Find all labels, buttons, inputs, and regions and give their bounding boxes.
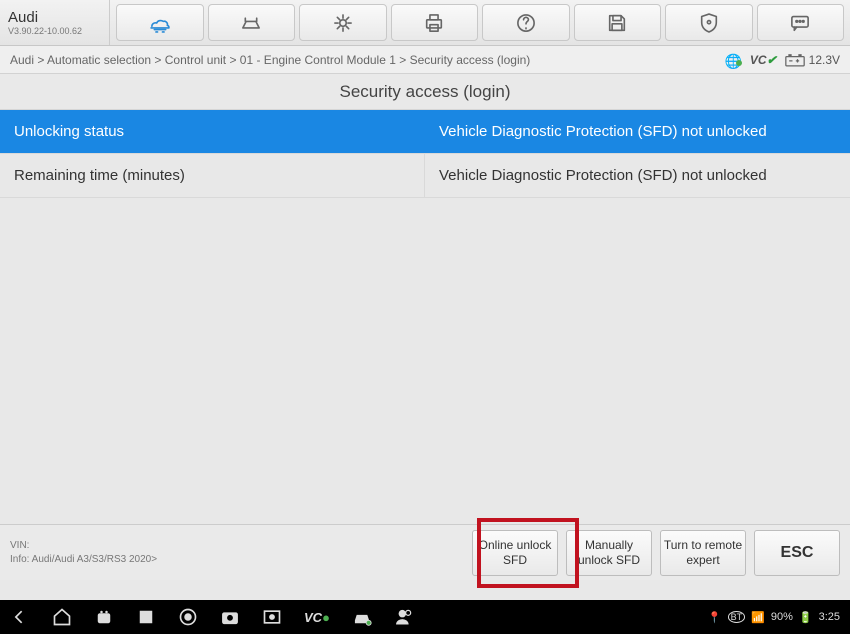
brand-block: Audi V3.90.22-10.00.62: [0, 0, 110, 45]
chat-icon: [787, 10, 813, 36]
row-label: Unlocking status: [0, 110, 425, 153]
camera-icon[interactable]: [220, 607, 240, 627]
row-value: Vehicle Diagnostic Protection (SFD) not …: [425, 110, 850, 153]
breadcrumb-row: Audi > Automatic selection > Control uni…: [0, 46, 850, 74]
brightness-icon[interactable]: [262, 607, 282, 627]
battery-icon: 🔋: [799, 611, 813, 624]
nav-right: 📍 BT 📶 90% 🔋 3:25: [708, 611, 840, 624]
globe-online-icon: 🌐: [724, 50, 741, 70]
vci-status: VC✔: [750, 53, 777, 67]
nav-left: VC●: [10, 607, 708, 627]
toolbar-shield-button[interactable]: [665, 4, 753, 41]
table-row[interactable]: Remaining time (minutes) Vehicle Diagnos…: [0, 154, 850, 198]
vin-label: VIN:: [10, 539, 472, 553]
footer-info: VIN: Info: Audi/Audi A3/S3/RS3 2020>: [10, 539, 472, 567]
android-navbar: VC● 📍 BT 📶 90% 🔋 3:25: [0, 600, 850, 634]
lift-icon: [238, 10, 264, 36]
back-icon[interactable]: [10, 607, 30, 627]
toolbar-help-button[interactable]: [482, 4, 570, 41]
toolbar-settings-button[interactable]: [299, 4, 387, 41]
toolbar-save-button[interactable]: [574, 4, 662, 41]
toolbar-print-button[interactable]: [391, 4, 479, 41]
help-icon: [513, 10, 539, 36]
toolbar-feedback-button[interactable]: [757, 4, 845, 41]
table-row[interactable]: Unlocking status Vehicle Diagnostic Prot…: [0, 110, 850, 154]
clock: 3:25: [819, 611, 840, 623]
data-table: Unlocking status Vehicle Diagnostic Prot…: [0, 110, 850, 198]
row-value: Vehicle Diagnostic Protection (SFD) not …: [425, 154, 850, 197]
manually-unlock-sfd-button[interactable]: Manually unlock SFD: [566, 530, 652, 576]
recent-icon[interactable]: [136, 607, 156, 627]
toolbar-car-cloud-button[interactable]: [116, 4, 204, 41]
voltage-value: 12.3V: [809, 53, 840, 67]
esc-button[interactable]: ESC: [754, 530, 840, 576]
toolbar-lift-button[interactable]: [208, 4, 296, 41]
top-toolbar: Audi V3.90.22-10.00.62: [0, 0, 850, 46]
home-icon[interactable]: [52, 607, 72, 627]
brand-version: V3.90.22-10.00.62: [8, 26, 101, 36]
save-icon: [604, 10, 630, 36]
car-cloud-icon: [147, 10, 173, 36]
online-unlock-sfd-button[interactable]: Online unlock SFD: [472, 530, 558, 576]
status-cluster: 🌐 VC✔ 12.3V: [724, 50, 840, 70]
car-nav-icon[interactable]: [352, 607, 372, 627]
wifi-icon: 📶: [751, 611, 765, 624]
turn-to-remote-expert-button[interactable]: Turn to remote expert: [660, 530, 746, 576]
toolbar-buttons: [110, 0, 850, 45]
chrome-icon[interactable]: [178, 607, 198, 627]
vci-nav-icon[interactable]: VC●: [304, 610, 330, 625]
printer-icon: [421, 10, 447, 36]
bt-icon: BT: [728, 611, 746, 623]
android-icon[interactable]: [94, 607, 114, 627]
car-battery-icon: [785, 53, 805, 67]
row-label: Remaining time (minutes): [0, 154, 425, 197]
shield-icon: [696, 10, 722, 36]
page-title: Security access (login): [0, 74, 850, 110]
gear-icon: [330, 10, 356, 36]
location-icon: 📍: [708, 611, 722, 624]
battery-pct: 90%: [771, 611, 793, 623]
footer-buttons: Online unlock SFD Manually unlock SFD Tu…: [472, 530, 840, 576]
brand-name: Audi: [8, 9, 101, 26]
vehicle-info: Info: Audi/Audi A3/S3/RS3 2020>: [10, 553, 472, 567]
user-nav-icon[interactable]: [394, 607, 414, 627]
breadcrumb: Audi > Automatic selection > Control uni…: [10, 53, 724, 67]
footer-bar: VIN: Info: Audi/Audi A3/S3/RS3 2020> Onl…: [0, 524, 850, 580]
vehicle-battery: 12.3V: [785, 53, 840, 67]
